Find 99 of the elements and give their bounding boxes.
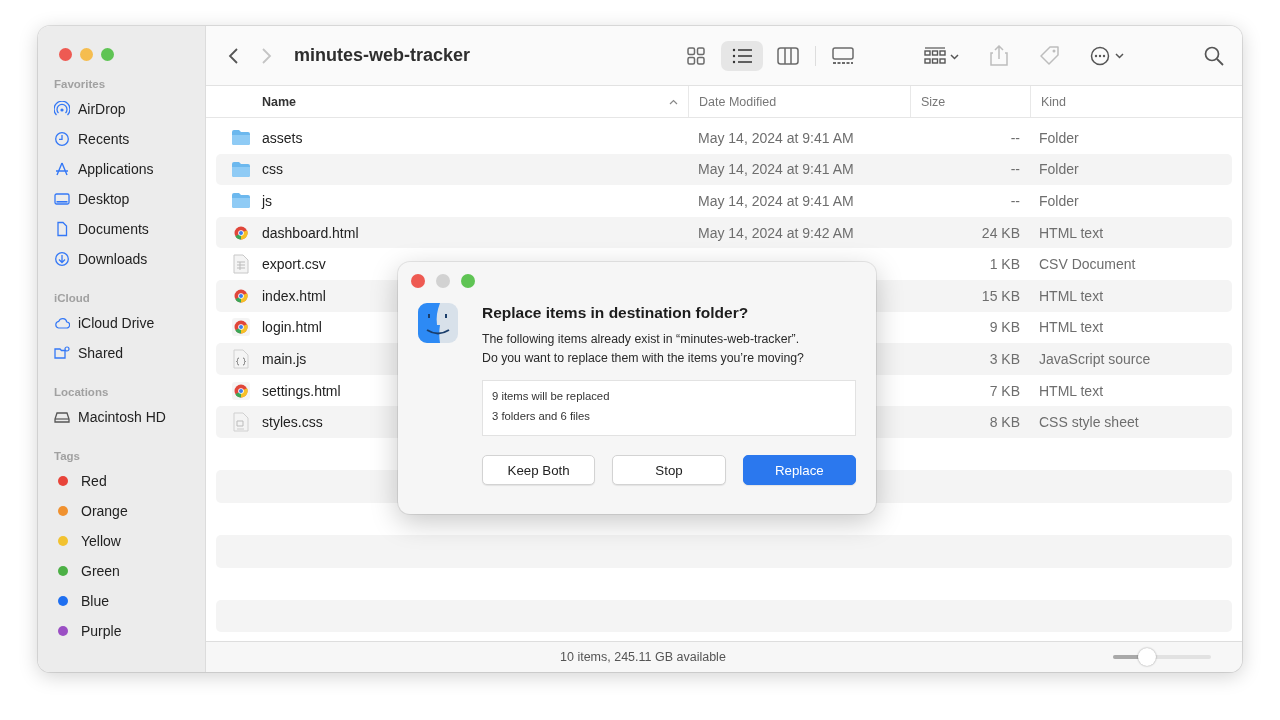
sidebar-item[interactable]: iCloud Drive [78,315,155,331]
size-cell: -- [1010,161,1020,178]
sidebar-item[interactable]: Downloads [78,251,148,267]
view-mode-button[interactable] [721,40,763,71]
dialog-message: Do you want to replace them with the items you’re moving? [482,350,805,367]
size-cell: -- [1010,193,1020,209]
details-text: 9 items will be replaced [492,390,611,402]
file-name[interactable]: index.html [262,287,326,304]
shared-folder-icon [54,345,70,361]
sidebar-section-title: Locations [54,386,109,398]
column-header[interactable]: Name [262,94,297,109]
sidebar-item[interactable]: Desktop [78,191,130,207]
sidebar-item[interactable]: Recents [78,131,130,147]
kind-cell: CSS style sheet [1039,414,1139,431]
folder-icon [231,192,251,210]
folder-icon [231,129,251,147]
file-name[interactable]: js [262,193,273,209]
script-file-icon [231,348,251,369]
search-icon[interactable] [1204,45,1224,66]
sidebar-section-title: Tags [54,450,80,462]
zoom-window-button[interactable] [101,48,114,61]
file-name[interactable]: main.js [262,350,307,367]
slider-thumb[interactable] [1138,648,1157,666]
date-cell: May 14, 2024 at 9:41 AM [698,193,854,209]
airdrop-waves-icon [54,101,70,117]
file-name[interactable]: styles.css [262,414,323,431]
more-icon[interactable] [1090,45,1124,66]
sidebar-item[interactable]: Shared [78,345,124,361]
kind-cell: HTML text [1039,224,1104,241]
folder-icon [231,160,251,178]
sidebar-item[interactable]: Blue [81,593,110,609]
monitor-icon [54,191,70,207]
smiling-face-app-icon [418,303,458,343]
date-cell: May 14, 2024 at 9:41 AM [698,161,854,178]
kind-cell: CSV Document [1039,256,1136,273]
sidebar-item[interactable]: Orange [81,503,128,519]
file-name[interactable]: dashboard.html [262,224,359,241]
sidebar-item[interactable]: AirDrop [78,101,126,117]
cloud-icon [54,315,70,331]
clock-icon [54,131,70,147]
file-name[interactable]: assets [262,129,303,146]
file-name[interactable]: export.csv [262,256,326,273]
document-icon [54,221,70,237]
column-header[interactable]: Date Modified [699,94,777,109]
kind-cell: Folder [1039,193,1079,209]
sidebar-item[interactable]: Green [81,563,120,579]
kind-cell: HTML text [1039,382,1104,399]
dialog-title: Replace items in destination folder? [482,304,750,322]
kind-cell: JavaScript source [1039,350,1151,367]
date-cell: May 14, 2024 at 9:41 AM [698,129,854,146]
close-window-button[interactable] [59,48,72,61]
dialog-message: The following items already exist in “minutes-web-tracker”. [482,331,801,348]
size-cell: 15 KB [981,287,1020,304]
size-cell: 7 KB [989,382,1020,399]
dialog-button[interactable]: Keep Both [482,455,596,485]
sidebar-section-title: iCloud [54,292,90,304]
columns-icon [777,46,799,65]
sidebar-item[interactable]: Applications [78,161,154,177]
kind-cell: Folder [1039,161,1079,178]
sidebar-item[interactable]: Purple [81,623,122,639]
gallery-icon [832,46,854,65]
kind-cell: HTML text [1039,319,1104,336]
date-cell: May 14, 2024 at 9:42 AM [698,224,854,241]
list-icon [731,46,753,65]
replace-button[interactable]: Replace [742,455,856,485]
size-cell: 24 KB [981,224,1020,241]
details-text: 3 folders and 6 files [492,410,591,422]
file-name[interactable]: css [262,161,283,178]
size-cell: 1 KB [989,256,1020,273]
grid-icon [687,46,705,65]
size-cell: 3 KB [989,350,1020,367]
window-title: minutes-web-tracker [294,45,471,66]
compass-a-icon [54,161,70,177]
size-cell: -- [1010,129,1020,146]
sidebar-section-title: Favorites [54,78,106,90]
status-text: 10 items, 245.11 GB available [560,650,726,664]
sidebar-item[interactable]: Red [81,473,107,489]
sidebar-item[interactable]: Yellow [81,533,121,549]
size-cell: 8 KB [989,414,1020,431]
size-cell: 9 KB [989,319,1020,336]
column-header[interactable]: Kind [1041,94,1067,109]
browser-logo-icon [231,381,251,400]
close-window-button[interactable] [411,274,425,288]
spreadsheet-file-icon [231,254,251,275]
grouping-icon[interactable] [924,46,959,65]
sidebar-item[interactable]: Macintosh HD [78,409,166,425]
browser-logo-icon [231,318,251,337]
kind-cell: HTML text [1039,287,1104,304]
file-name[interactable]: settings.html [262,382,341,399]
sidebar-item[interactable]: Documents [78,221,149,237]
column-header[interactable]: Size [921,94,946,109]
hard-drive-icon [54,409,70,425]
dialog-button[interactable]: Stop [612,455,726,485]
file-name[interactable]: login.html [262,319,322,336]
minimize-window-button[interactable] [80,48,93,61]
zoom-window-button[interactable] [461,274,475,288]
download-icon [54,251,70,267]
stylesheet-file-icon [231,412,251,433]
kind-cell: Folder [1039,129,1079,146]
